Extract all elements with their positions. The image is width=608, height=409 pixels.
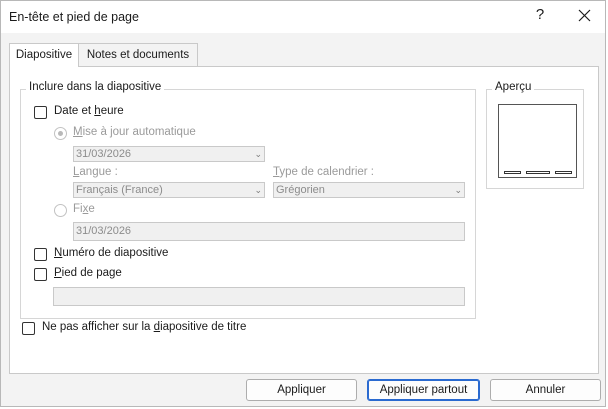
calendar-type-value: Grégorien [276, 184, 325, 196]
footer-text-field[interactable] [53, 287, 465, 306]
fixed-label: Fixe [73, 203, 95, 215]
chevron-down-icon: ⌄ [254, 149, 262, 159]
tab-slide[interactable]: Diapositive [9, 43, 79, 67]
slide-number-checkbox[interactable] [34, 248, 47, 261]
date-time-label: Date et heure [54, 105, 124, 117]
close-button[interactable] [576, 3, 594, 27]
include-group-label: Inclure dans la diapositive [26, 81, 165, 93]
auto-update-label: Mise à jour automatique [73, 126, 196, 138]
date-format-dropdown[interactable]: 31/03/2026 ⌄ [73, 146, 265, 162]
language-label: Langue : [73, 166, 118, 178]
fixed-date-field[interactable]: 31/03/2026 [73, 222, 465, 241]
date-format-value: 31/03/2026 [76, 148, 132, 160]
calendar-type-label: Type de calendrier : [273, 166, 375, 178]
footer-placeholder [526, 171, 550, 174]
calendar-type-dropdown[interactable]: Grégorien ⌄ [273, 182, 465, 198]
apply-button[interactable]: Appliquer [246, 379, 357, 401]
dialog-title: En-tête et pied de page [9, 10, 139, 24]
dont-show-title-label: Ne pas afficher sur la diapositive de ti… [42, 321, 247, 333]
slide-number-label: Numéro de diapositive [54, 247, 169, 259]
dont-show-title-checkbox[interactable] [22, 322, 35, 335]
tab-notes-handouts[interactable]: Notes et documents [79, 43, 198, 66]
apply-all-button[interactable]: Appliquer partout [367, 379, 480, 401]
help-button[interactable]: ? [534, 6, 546, 23]
header-footer-dialog: En-tête et pied de page ? Diapositive No… [0, 0, 606, 407]
chevron-down-icon: ⌄ [254, 185, 262, 195]
cancel-button[interactable]: Annuler [490, 379, 601, 401]
footer-checkbox[interactable] [34, 268, 47, 281]
language-dropdown[interactable]: Français (France) ⌄ [73, 182, 265, 198]
preview-label: Aperçu [492, 81, 535, 93]
auto-update-radio[interactable] [54, 127, 67, 140]
slide-preview [498, 104, 577, 178]
date-time-checkbox[interactable] [34, 106, 47, 119]
close-icon [578, 9, 591, 22]
chevron-down-icon: ⌄ [454, 185, 462, 195]
dialog-body: Diapositive Notes et documents Inclure d… [1, 33, 605, 406]
title-bar: En-tête et pied de page ? [1, 1, 605, 33]
tab-panel-slide: Inclure dans la diapositive Date et heur… [9, 66, 599, 374]
footer-label: Pied de page [54, 267, 122, 279]
fixed-radio[interactable] [54, 204, 67, 217]
language-value: Français (France) [76, 184, 163, 196]
slide-number-placeholder [555, 171, 572, 174]
date-placeholder [504, 171, 521, 174]
